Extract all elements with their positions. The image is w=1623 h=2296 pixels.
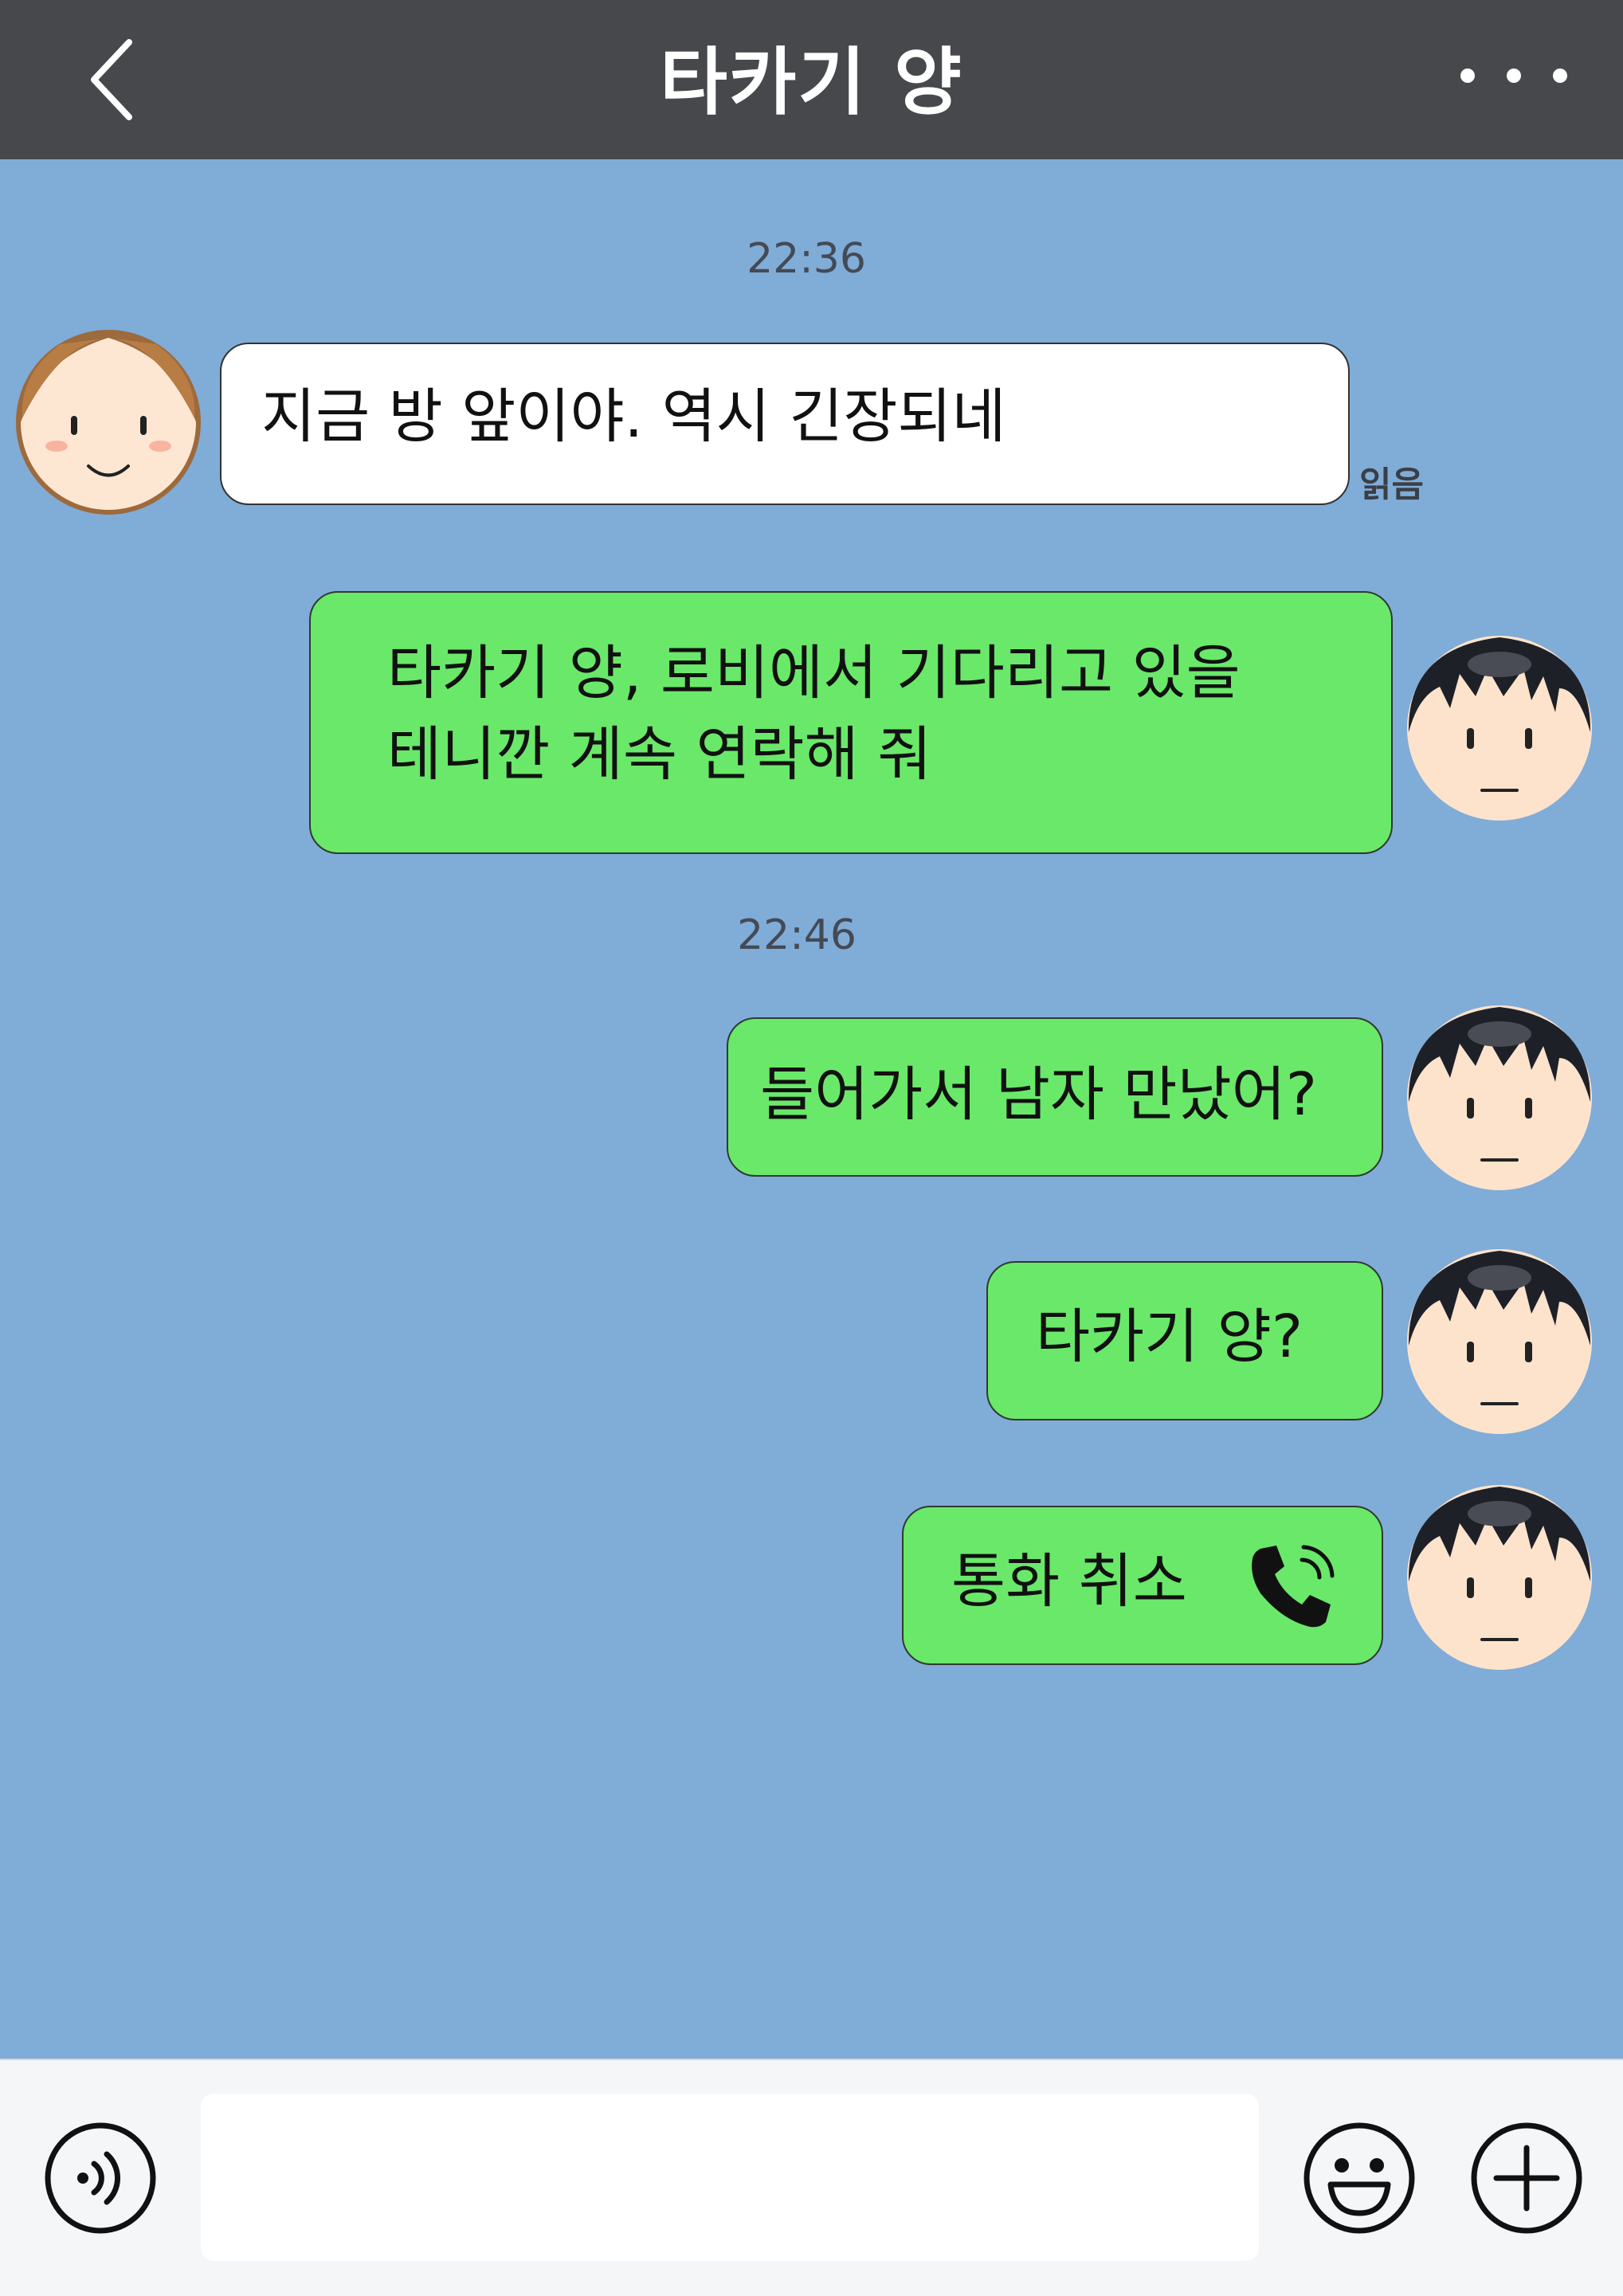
smiley-icon bbox=[1303, 2122, 1415, 2234]
voice-icon bbox=[45, 2122, 156, 2234]
message-bubble-incoming[interactable]: 지금 방 앞이야. 역시 긴장되네 bbox=[220, 343, 1350, 505]
boy-avatar bbox=[1407, 1249, 1592, 1434]
boy-avatar bbox=[1407, 1005, 1592, 1190]
chat-area[interactable]: 22:36 지금 방 앞이야. 역시 긴장되네 읽음 타카기 양, 로비에서 기… bbox=[0, 159, 1623, 2059]
plus-button[interactable] bbox=[1468, 2119, 1586, 2237]
more-dot bbox=[1553, 69, 1567, 83]
chat-title: 타카기 양 bbox=[660, 39, 963, 125]
more-options-button[interactable] bbox=[1434, 48, 1594, 104]
timestamp: 22:46 bbox=[737, 911, 857, 959]
message-text: 지금 방 앞이야. 역시 긴장되네 bbox=[261, 382, 1006, 451]
message-text-line: 타카기 양, 로비에서 기다리고 있을 bbox=[387, 639, 1241, 707]
timestamp: 22:36 bbox=[747, 235, 866, 283]
read-status: 읽음 bbox=[1359, 464, 1424, 505]
boy-avatar bbox=[1407, 636, 1592, 821]
more-dots-icon bbox=[1460, 69, 1475, 83]
voice-button[interactable] bbox=[41, 2119, 159, 2237]
chat-header: 타카기 양 bbox=[0, 0, 1623, 159]
message-text: 타카기 양? bbox=[1036, 1303, 1303, 1371]
message-bubble-outgoing[interactable]: 들어가서 남자 만났어? bbox=[727, 1017, 1383, 1177]
message-text: 들어가서 남자 만났어? bbox=[760, 1060, 1318, 1129]
call-cancelled-bubble[interactable]: 통화 취소 bbox=[902, 1506, 1383, 1665]
message-bubble-outgoing[interactable]: 타카기 양? bbox=[986, 1261, 1383, 1420]
message-text-line: 테니깐 계속 연락해 줘 bbox=[387, 720, 932, 789]
message-composer bbox=[0, 2059, 1623, 2296]
plus-circle-icon bbox=[1471, 2122, 1582, 2234]
message-text: 통화 취소 bbox=[951, 1547, 1187, 1616]
phone-call-icon bbox=[1252, 1545, 1335, 1628]
girl-avatar bbox=[16, 330, 201, 515]
boy-avatar bbox=[1407, 1485, 1592, 1670]
message-input[interactable] bbox=[201, 2094, 1259, 2261]
message-bubble-outgoing[interactable]: 타카기 양, 로비에서 기다리고 있을 테니깐 계속 연락해 줘 bbox=[309, 591, 1393, 854]
more-dot bbox=[1507, 69, 1521, 83]
emoji-button[interactable] bbox=[1300, 2119, 1418, 2237]
